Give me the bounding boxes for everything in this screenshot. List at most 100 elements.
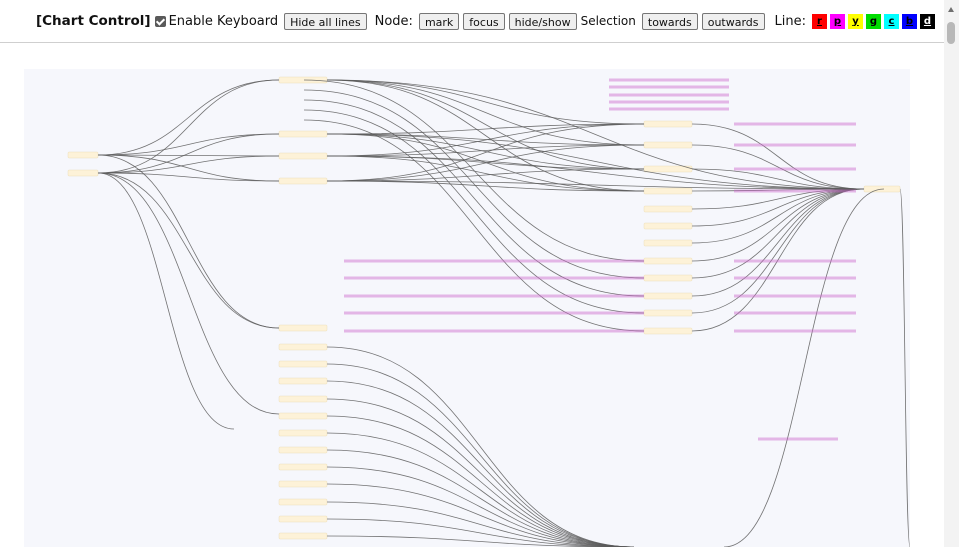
graph-node[interactable] — [278, 377, 328, 385]
graph-edge — [326, 363, 635, 548]
graph-edge — [723, 188, 885, 548]
graph-node[interactable] — [643, 239, 693, 247]
scroll-thumb[interactable] — [947, 22, 955, 44]
edge-label[interactable] — [609, 100, 729, 104]
edge-label[interactable] — [344, 311, 644, 315]
graph-node[interactable] — [278, 498, 328, 506]
dependency-graph[interactable] — [24, 69, 911, 548]
edge-label[interactable] — [734, 329, 856, 333]
graph-edge — [899, 188, 911, 548]
graph-edge — [303, 109, 645, 314]
line-color-y-swatch[interactable]: y — [848, 13, 863, 29]
toolbar-row: [Chart Control] Enable Keyboard Hide all… — [0, 9, 944, 33]
line-color-d-swatch[interactable]: d — [920, 13, 935, 29]
edge-label[interactable] — [734, 294, 856, 298]
graph-node[interactable] — [67, 151, 99, 159]
graph-edge — [97, 172, 280, 415]
edge-label[interactable] — [609, 78, 729, 82]
graph-edge — [691, 168, 865, 190]
edge-label[interactable] — [734, 122, 856, 126]
graph-node[interactable] — [643, 257, 693, 265]
graph-edge — [326, 79, 645, 125]
line-color-r-swatch[interactable]: r — [812, 13, 827, 29]
outwards-button[interactable]: outwards — [701, 12, 765, 30]
graph-canvas[interactable] — [24, 69, 911, 548]
chart-control-toolbar: [Chart Control] Enable Keyboard Hide all… — [0, 0, 944, 43]
graph-node[interactable] — [278, 360, 328, 368]
line-color-p-swatch[interactable]: p — [830, 13, 845, 29]
graph-node[interactable] — [278, 395, 328, 403]
graph-edge — [97, 133, 280, 174]
edge-label[interactable] — [344, 294, 644, 298]
line-color-c-swatch[interactable]: c — [884, 13, 899, 29]
graph-edge — [691, 188, 865, 279]
hide-all-lines-button[interactable]: Hide all lines — [284, 12, 367, 30]
graph-node[interactable] — [643, 120, 693, 128]
graph-node[interactable] — [278, 177, 328, 185]
edge-label[interactable] — [734, 276, 856, 280]
graph-node[interactable] — [278, 152, 328, 160]
graph-node[interactable] — [278, 412, 328, 420]
graph-node[interactable] — [643, 309, 693, 317]
graph-node[interactable] — [643, 222, 693, 230]
line-color-swatches: rpygcbd — [812, 13, 938, 29]
graph-edge — [326, 415, 635, 548]
edge-label[interactable] — [609, 85, 729, 89]
graph-node[interactable] — [278, 130, 328, 138]
graph-node[interactable] — [278, 76, 328, 84]
edge-label[interactable] — [734, 167, 856, 171]
graph-edge — [97, 155, 280, 174]
graph-node[interactable] — [278, 446, 328, 454]
graph-edge — [326, 346, 635, 548]
graph-edge — [691, 188, 865, 227]
edge-label[interactable] — [758, 437, 838, 441]
graph-edge — [326, 483, 635, 548]
edge-label[interactable] — [344, 329, 644, 333]
line-color-b-swatch[interactable]: b — [902, 13, 917, 29]
selection-label: Selection — [580, 14, 636, 28]
graph-node[interactable] — [278, 343, 328, 351]
edge-label[interactable] — [734, 189, 856, 193]
graph-node[interactable] — [278, 515, 328, 523]
graph-node[interactable] — [278, 463, 328, 471]
edge-label[interactable] — [734, 143, 856, 147]
graph-edge — [97, 133, 280, 156]
edge-label[interactable] — [734, 311, 856, 315]
graph-edge — [326, 466, 635, 548]
graph-edge — [691, 144, 865, 190]
graph-node[interactable] — [643, 205, 693, 213]
mark-button[interactable]: mark — [418, 12, 460, 30]
hide-show-button[interactable]: hide/show — [508, 12, 577, 30]
graph-node[interactable] — [643, 327, 693, 335]
node-label: Node: — [374, 13, 413, 29]
graph-node[interactable] — [643, 187, 693, 195]
graph-node[interactable] — [67, 169, 99, 177]
focus-button[interactable]: focus — [463, 12, 505, 30]
graph-edge — [691, 188, 865, 244]
towards-button[interactable]: towards — [641, 12, 698, 30]
graph-edge — [97, 79, 280, 156]
graph-node[interactable] — [643, 292, 693, 300]
edge-label[interactable] — [734, 259, 856, 263]
vertical-scrollbar[interactable] — [944, 0, 959, 547]
graph-edge — [97, 172, 280, 329]
graph-node[interactable] — [278, 324, 328, 332]
graph-node[interactable] — [278, 480, 328, 488]
enable-keyboard-label: Enable Keyboard — [168, 13, 279, 29]
graph-node[interactable] — [278, 532, 328, 540]
graph-edge — [691, 188, 865, 297]
line-color-g-swatch[interactable]: g — [866, 13, 881, 29]
edge-label[interactable] — [344, 276, 644, 280]
graph-node[interactable] — [278, 429, 328, 437]
graph-node[interactable] — [643, 141, 693, 149]
edge-label[interactable] — [609, 107, 729, 111]
graph-edge — [97, 79, 280, 174]
edge-label[interactable] — [344, 259, 644, 263]
edge-label[interactable] — [609, 93, 729, 97]
enable-keyboard-checkbox[interactable] — [154, 15, 166, 27]
graph-edge — [326, 380, 635, 548]
graph-node[interactable] — [643, 274, 693, 282]
graph-edge — [326, 155, 645, 170]
chart-control-title: [Chart Control] — [35, 13, 151, 29]
scroll-up-icon[interactable] — [948, 7, 954, 12]
